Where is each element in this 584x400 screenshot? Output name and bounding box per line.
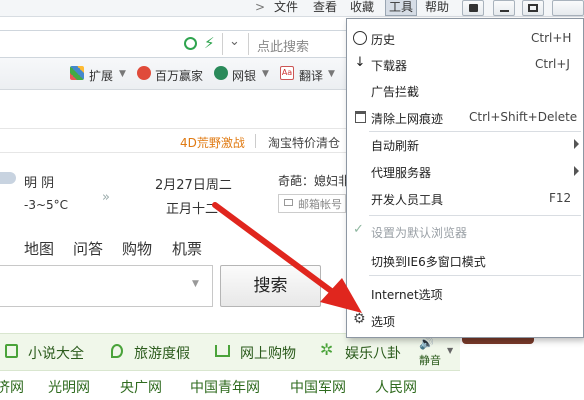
annotation-arrow bbox=[212, 202, 362, 313]
